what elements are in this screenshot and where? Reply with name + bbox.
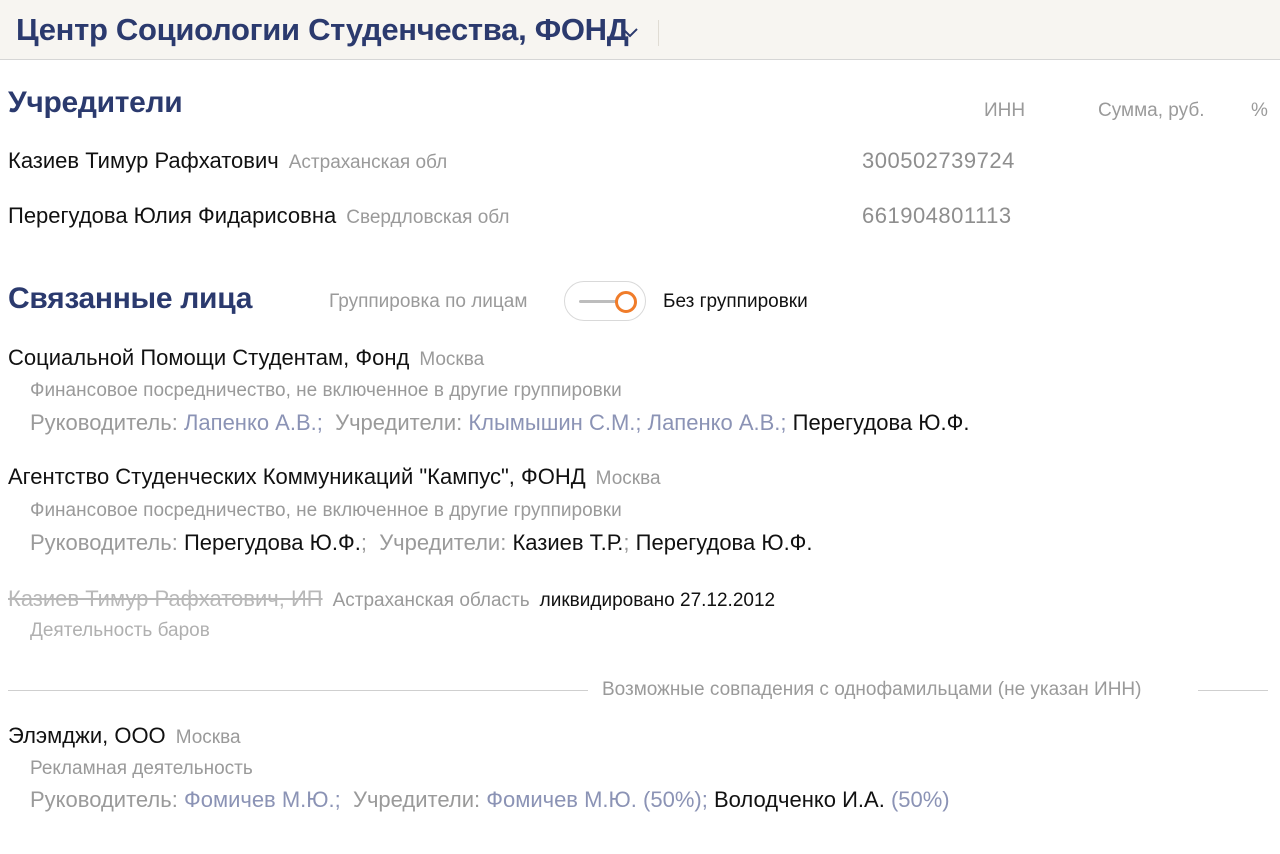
- related-name[interactable]: Социальной Помощи Студентам, Фонд: [8, 345, 409, 370]
- header-divider: [658, 20, 659, 46]
- founders-title: Учредители: [8, 86, 183, 119]
- related-region: Астраханская область: [332, 590, 530, 611]
- toggle-label-ungrouped[interactable]: Без группировки: [663, 291, 808, 313]
- founder-link[interactable]: Лапенко А.В.;: [648, 410, 787, 435]
- company-title[interactable]: Центр Социологии Студенчества, ФОНД: [16, 12, 629, 48]
- founders-label: Учредители:: [352, 787, 481, 812]
- related-name[interactable]: Казиев Тимур Рафхатович, ИП: [8, 586, 323, 611]
- related-persons: Руководитель: Перегудова Ю.Ф.; Учредител…: [30, 530, 813, 556]
- founder-share: (50%);: [643, 787, 708, 812]
- founders-label: Учредители:: [335, 410, 463, 435]
- head-link[interactable]: Лапенко А.В.;: [184, 410, 323, 435]
- related-item-liquidated[interactable]: Казиев Тимур Рафхатович, ИП Астраханская …: [8, 586, 775, 612]
- head-label: Руководитель:: [30, 787, 178, 812]
- namesake-activity: Рекламная деятельность: [30, 758, 253, 779]
- founder-link[interactable]: Перегудова Ю.Ф.: [636, 530, 813, 555]
- founder-inn: 661904801113: [862, 203, 1012, 228]
- related-title: Связанные лица: [8, 282, 253, 315]
- founder-name[interactable]: Казиев Тимур Рафхатович: [8, 148, 279, 173]
- head-link[interactable]: Перегудова Ю.Ф.: [184, 530, 361, 555]
- company-header: Центр Социологии Студенчества, ФОНД: [0, 0, 1280, 60]
- related-region: Москва: [419, 349, 485, 370]
- founder-link[interactable]: Володченко И.А.: [714, 787, 885, 812]
- founder-region: Астраханская обл: [288, 152, 448, 173]
- separator: ;: [360, 530, 367, 555]
- related-persons: Руководитель: Лапенко А.В.; Учредители: …: [30, 410, 969, 436]
- column-inn: ИНН: [984, 100, 1026, 121]
- column-sum: Сумма, руб.: [1098, 100, 1205, 121]
- founder-row[interactable]: Перегудова Юлия Фидарисовна Свердловская …: [8, 203, 509, 229]
- separator: ;: [623, 530, 630, 555]
- related-activity: Деятельность баров: [30, 620, 210, 641]
- related-item[interactable]: Агентство Студенческих Коммуникаций "Кам…: [8, 464, 661, 490]
- namesake-item[interactable]: Элэмджи, ООО Москва: [8, 723, 241, 749]
- founder-row[interactable]: Казиев Тимур Рафхатович Астраханская обл: [8, 148, 447, 174]
- column-percent: %: [1251, 100, 1268, 121]
- divider-line-right: [1198, 690, 1268, 691]
- chevron-down-icon[interactable]: [620, 22, 640, 42]
- founder-region: Свердловская обл: [346, 207, 510, 228]
- namesake-name[interactable]: Элэмджи, ООО: [8, 723, 166, 748]
- founder-inn: 300502739724: [862, 148, 1015, 173]
- status-badge: ликвидировано 27.12.2012: [539, 590, 776, 611]
- founders-label: Учредители:: [379, 530, 507, 555]
- founder-link[interactable]: Клымышин С.М.;: [468, 410, 641, 435]
- grouping-toggle[interactable]: [564, 281, 646, 321]
- toggle-label-grouped[interactable]: Группировка по лицам: [329, 291, 527, 313]
- head-label: Руководитель:: [30, 410, 178, 435]
- related-activity: Финансовое посредничество, не включенное…: [30, 380, 622, 401]
- divider-line-left: [8, 690, 588, 691]
- namesakes-divider-label: Возможные совпадения с однофамильцами (н…: [602, 679, 1142, 700]
- toggle-knob: [615, 291, 637, 313]
- founder-link[interactable]: Фомичев М.Ю.: [486, 787, 637, 812]
- founder-share: (50%): [890, 787, 950, 812]
- founder-link[interactable]: Казиев Т.Р.: [512, 530, 623, 555]
- related-item[interactable]: Социальной Помощи Студентам, Фонд Москва: [8, 345, 484, 371]
- founder-link[interactable]: Перегудова Ю.Ф.: [793, 410, 970, 435]
- namesake-region: Москва: [175, 727, 241, 748]
- related-activity: Финансовое посредничество, не включенное…: [30, 500, 622, 521]
- related-name[interactable]: Агентство Студенческих Коммуникаций "Кам…: [8, 464, 586, 489]
- founder-name[interactable]: Перегудова Юлия Фидарисовна: [8, 203, 336, 228]
- namesake-persons: Руководитель: Фомичев М.Ю.; Учредители: …: [30, 787, 950, 813]
- related-region: Москва: [595, 468, 661, 489]
- head-link[interactable]: Фомичев М.Ю.;: [184, 787, 341, 812]
- head-label: Руководитель:: [30, 530, 178, 555]
